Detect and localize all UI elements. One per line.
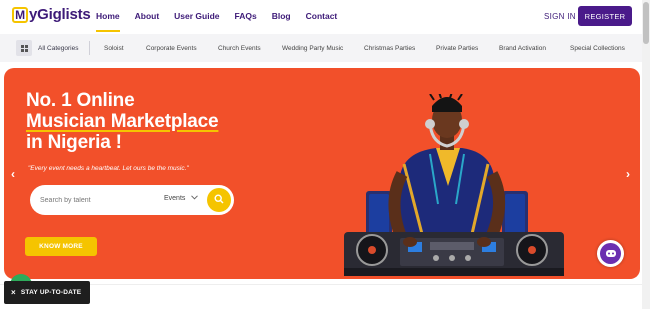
category-private-parties[interactable]: Private Parties [436, 45, 478, 52]
register-button[interactable]: REGISTER [578, 6, 632, 26]
chevron-down-icon [191, 195, 199, 202]
search-icon [214, 191, 224, 209]
talent-search-box: Events [30, 185, 234, 215]
nav-home[interactable]: Home [96, 11, 120, 32]
category-christmas-parties[interactable]: Christmas Parties [364, 45, 415, 52]
site-header: MyGiglists Home About User Guide FAQs Bl… [0, 0, 642, 33]
category-brand-activation[interactable]: Brand Activation [499, 45, 546, 52]
nav-user-guide[interactable]: User Guide [174, 11, 219, 21]
stay-up-to-date-bar[interactable]: × STAY UP-TO-DATE [4, 281, 90, 304]
nav-contact[interactable]: Contact [306, 11, 338, 21]
talent-search-input[interactable] [40, 193, 150, 207]
hero-title: No. 1 Online Musician Marketplace in Nig… [26, 90, 219, 153]
hero-tagline: "Every event needs a heartbeat. Let ours… [28, 165, 189, 172]
category-special-collections[interactable]: Special Collections [570, 45, 625, 52]
logo-mark: M [12, 6, 28, 23]
chat-icon [600, 243, 621, 264]
events-dropdown[interactable]: Events [164, 195, 199, 202]
scrollbar-thumb[interactable] [643, 2, 649, 44]
close-icon[interactable]: × [11, 288, 16, 297]
category-wedding-party-music[interactable]: Wedding Party Music [282, 45, 343, 52]
page-scrollbar[interactable] [642, 0, 650, 309]
nav-faqs[interactable]: FAQs [235, 11, 257, 21]
category-soloist[interactable]: Soloist [104, 45, 124, 52]
nav-blog[interactable]: Blog [272, 11, 291, 21]
section-divider [0, 284, 642, 285]
site-logo[interactable]: MyGiglists [12, 6, 91, 23]
nav-about[interactable]: About [135, 11, 160, 21]
hero-title-line-1: No. 1 Online [26, 90, 135, 111]
carousel-prev-arrow[interactable]: ‹ [11, 167, 15, 181]
stay-up-to-date-label: STAY UP-TO-DATE [20, 289, 82, 296]
category-bar: All Categories Soloist Corporate Events … [0, 34, 642, 62]
hero-title-line-2: Musician Marketplace [26, 111, 219, 132]
all-categories-label: All Categories [38, 44, 79, 52]
know-more-button[interactable]: KNOW MORE [25, 237, 97, 256]
events-dropdown-label: Events [164, 195, 186, 202]
category-church-events[interactable]: Church Events [218, 45, 261, 52]
carousel-next-arrow[interactable]: › [626, 167, 630, 181]
sign-in-link[interactable]: SIGN IN [544, 12, 576, 21]
grid-icon [16, 40, 32, 56]
all-categories-button[interactable]: All Categories [16, 40, 78, 56]
category-divider [89, 41, 90, 55]
dj-illustration [344, 94, 564, 276]
logo-text: yGiglists [29, 6, 91, 23]
chat-widget-button[interactable] [597, 240, 624, 267]
hero-title-line-3: in Nigeria ! [26, 132, 122, 153]
category-corporate-events[interactable]: Corporate Events [146, 45, 197, 52]
search-button[interactable] [207, 188, 231, 212]
main-nav: Home About User Guide FAQs Blog Contact [96, 11, 352, 32]
hero-banner: No. 1 Online Musician Marketplace in Nig… [4, 68, 640, 279]
